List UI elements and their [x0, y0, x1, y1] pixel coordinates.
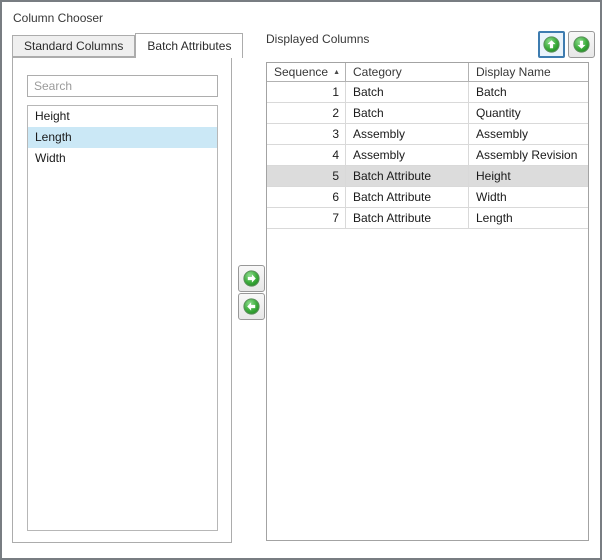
arrow-down-icon — [573, 36, 590, 53]
add-column-button[interactable] — [238, 265, 265, 292]
displayed-columns-label: Displayed Columns — [266, 31, 369, 47]
sort-ascending-icon: ▲ — [333, 69, 340, 76]
table-row[interactable]: 5 Batch Attribute Height — [267, 166, 588, 187]
list-item-length[interactable]: Length — [28, 127, 217, 148]
tab-standard-columns[interactable]: Standard Columns — [12, 35, 135, 57]
tab-batch-attributes-label: Batch Attributes — [147, 39, 231, 53]
dialog-title: Column Chooser — [13, 11, 103, 25]
tab-strip: Standard Columns Batch Attributes — [12, 33, 243, 58]
arrow-right-icon — [243, 270, 260, 287]
table-row[interactable]: 1 Batch Batch — [267, 82, 588, 103]
tab-batch-attributes[interactable]: Batch Attributes — [135, 33, 243, 58]
move-down-button[interactable] — [568, 31, 595, 58]
table-row[interactable]: 4 Assembly Assembly Revision — [267, 145, 588, 166]
displayed-columns-grid: Sequence ▲ Category Display Name 1 Batch… — [266, 62, 589, 541]
table-row[interactable]: 6 Batch Attribute Width — [267, 187, 588, 208]
table-row[interactable]: 7 Batch Attribute Length — [267, 208, 588, 229]
attribute-listbox: Height Length Width — [27, 105, 218, 531]
column-header-category[interactable]: Category — [346, 63, 469, 81]
arrow-left-icon — [243, 298, 260, 315]
tab-standard-columns-label: Standard Columns — [24, 39, 123, 53]
column-header-sequence[interactable]: Sequence ▲ — [267, 63, 346, 81]
list-item-width[interactable]: Width — [28, 148, 217, 169]
table-row[interactable]: 2 Batch Quantity — [267, 103, 588, 124]
column-header-display-name[interactable]: Display Name — [469, 63, 588, 81]
list-item-height[interactable]: Height — [28, 106, 217, 127]
table-row[interactable]: 3 Assembly Assembly — [267, 124, 588, 145]
column-chooser-dialog: Column Chooser Standard Columns Batch At… — [0, 0, 602, 560]
search-input[interactable] — [27, 75, 218, 97]
remove-column-button[interactable] — [238, 293, 265, 320]
move-up-button[interactable] — [538, 31, 565, 58]
grid-header: Sequence ▲ Category Display Name — [267, 63, 588, 82]
arrow-up-icon — [543, 36, 560, 53]
